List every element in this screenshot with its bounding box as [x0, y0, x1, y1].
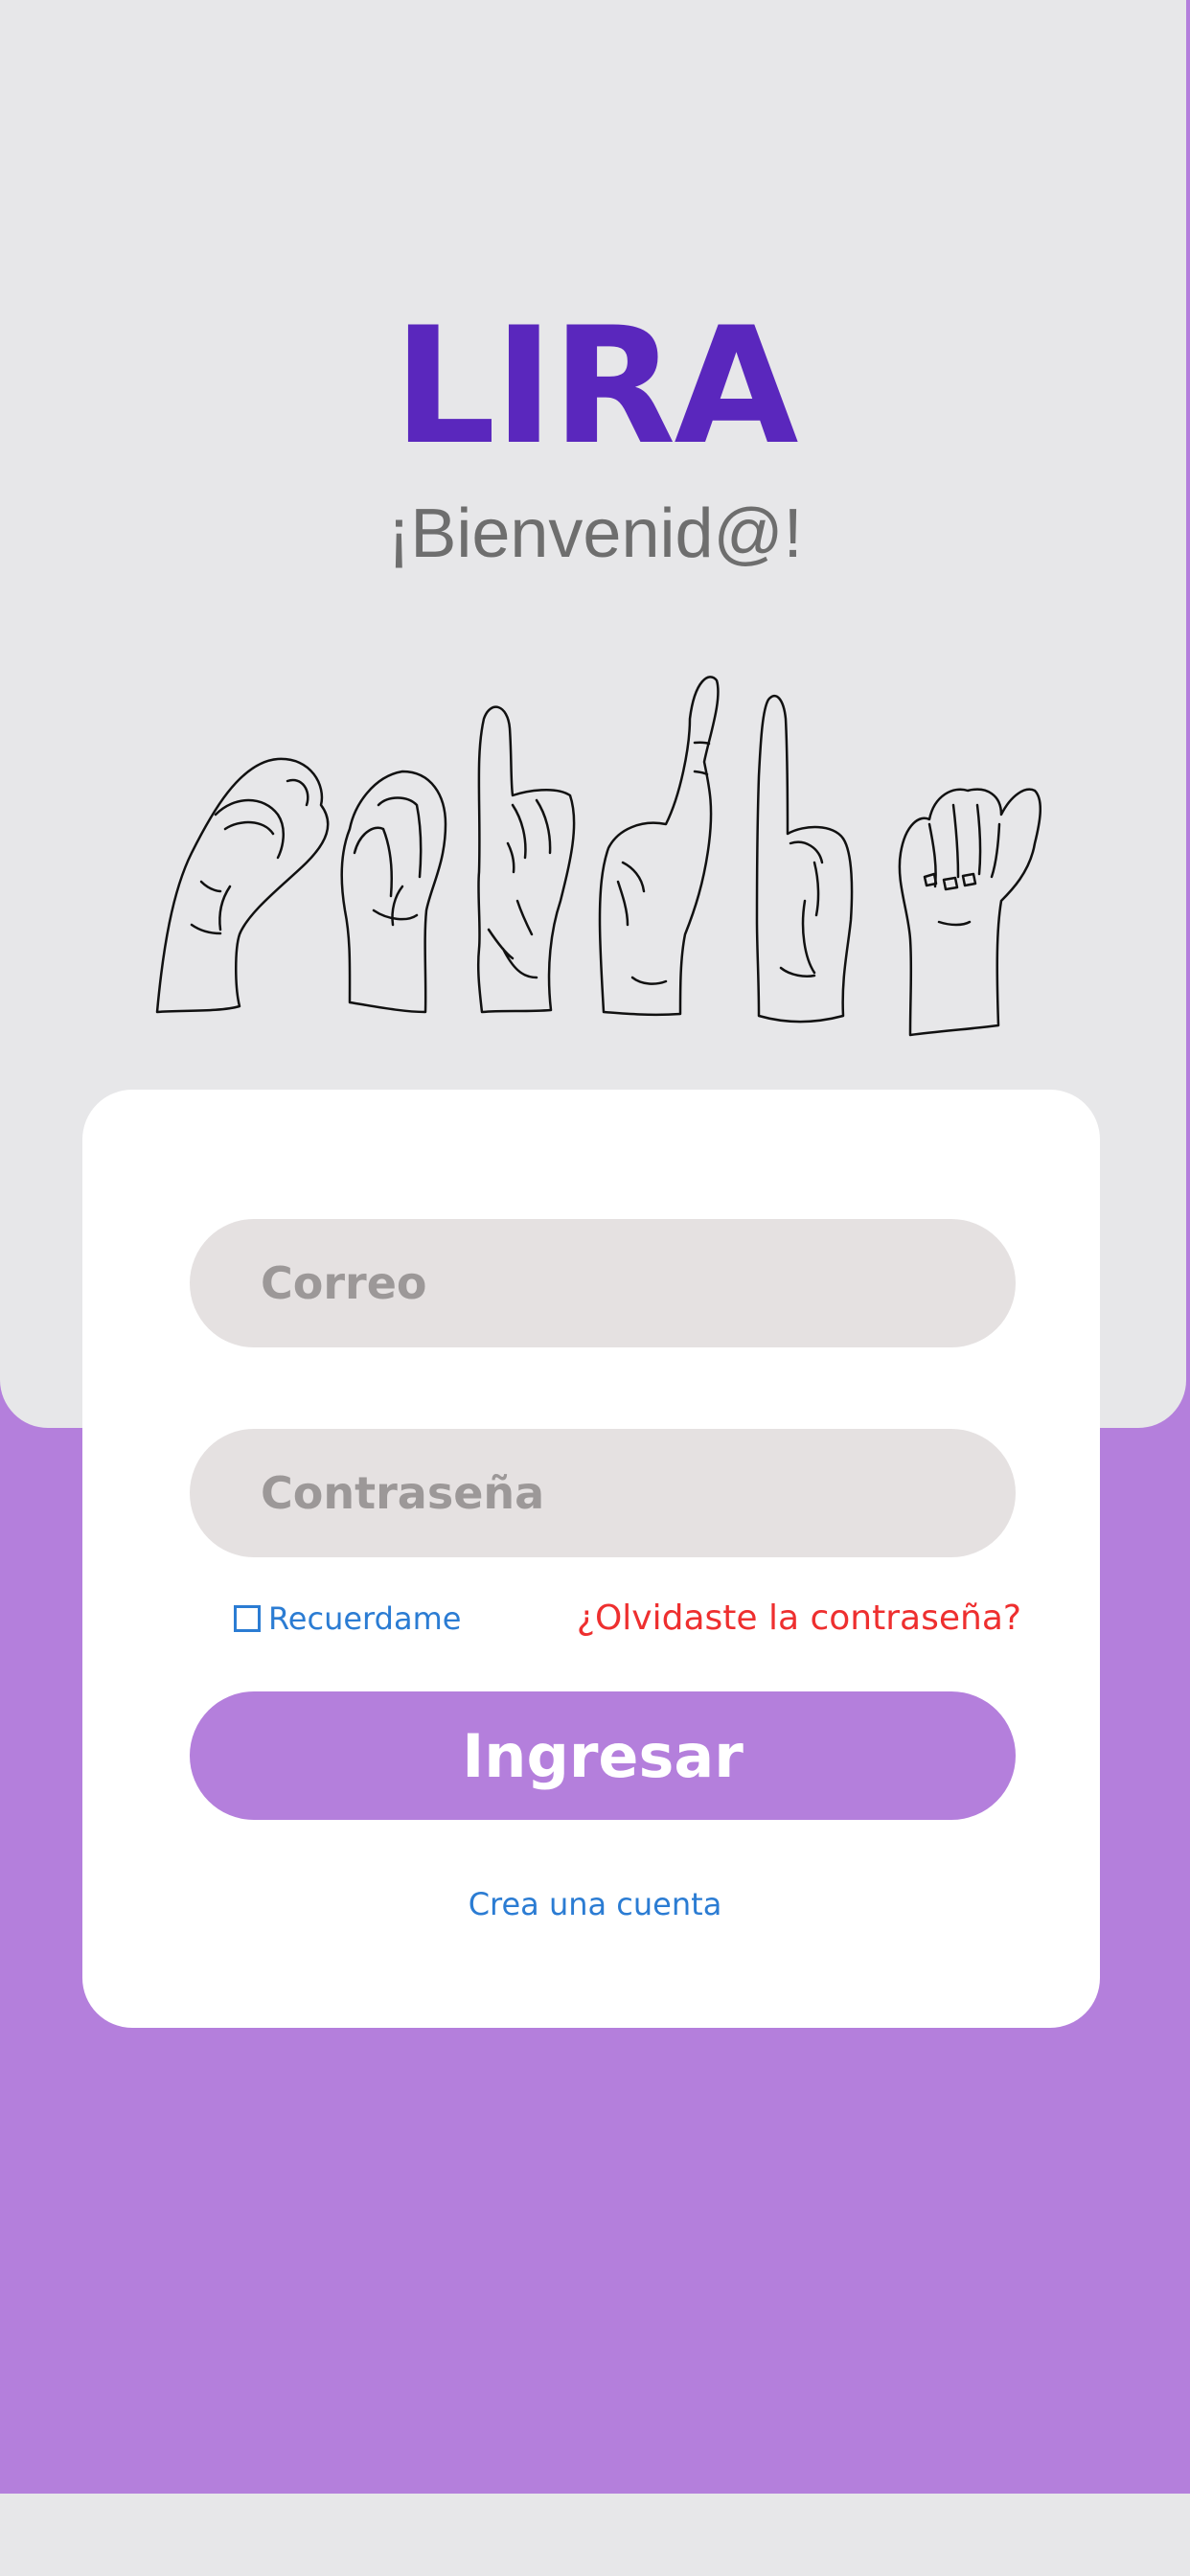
email-field[interactable]: Correo	[190, 1219, 1016, 1347]
email-placeholder: Correo	[261, 1257, 427, 1309]
forgot-password-link[interactable]: ¿Olvidaste la contraseña?	[577, 1598, 1021, 1638]
app-logo: LIRA	[393, 292, 799, 480]
create-account-link[interactable]: Crea una cuenta	[0, 1886, 1190, 1922]
password-field[interactable]: Contraseña	[190, 1429, 1016, 1557]
password-placeholder: Contraseña	[261, 1467, 545, 1519]
remember-label: Recuerdame	[268, 1600, 462, 1637]
login-button[interactable]: Ingresar	[190, 1691, 1016, 1820]
remember-me[interactable]: Recuerdame	[234, 1600, 461, 1637]
sign-language-hands-icon	[155, 676, 1041, 1037]
login-button-label: Ingresar	[462, 1720, 744, 1791]
bottom-bar	[0, 2494, 1190, 2576]
welcome-text: ¡Bienvenid@!	[387, 495, 803, 572]
remember-checkbox[interactable]	[234, 1605, 261, 1632]
